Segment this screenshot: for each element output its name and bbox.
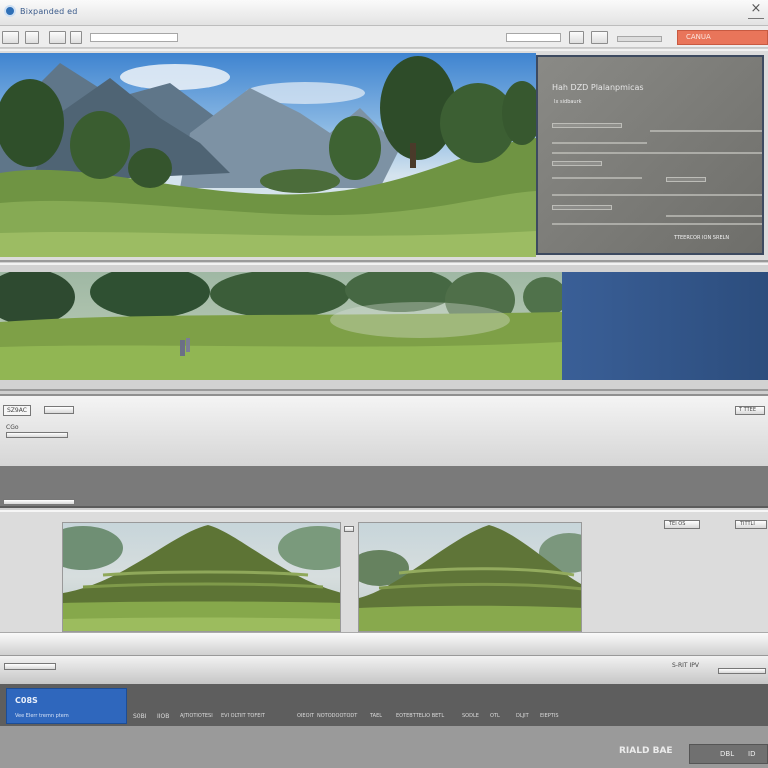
inspector-footer: TTEERCOR ION SRELN (674, 235, 730, 241)
app-logo-icon (4, 5, 16, 17)
timeline-item[interactable]: TAEL (370, 713, 382, 719)
inspector-field-3[interactable] (666, 177, 706, 182)
footer-button[interactable]: DBL ID (689, 744, 768, 764)
hill-image-left (63, 525, 340, 631)
compare-button-2[interactable]: TITTLI (735, 520, 767, 529)
properties-dropdown[interactable] (44, 406, 74, 414)
properties-scroll-handle[interactable] (3, 499, 75, 505)
timeline-active-card[interactable]: C08S Vee Elerr tremn ptem (6, 688, 127, 724)
properties-right-button[interactable]: T TTEE (735, 406, 765, 415)
inspector-row-5 (552, 194, 762, 196)
inspector-row-6 (666, 215, 762, 217)
accent-button-label: CANUA (686, 33, 711, 41)
compare-panel: TEI OS TITTLI (0, 510, 768, 632)
toolbar-slider[interactable] (617, 36, 662, 42)
inspector-subtitle: Ix sidbaurk (554, 99, 582, 105)
inspector-panel: Hah DZD Plalanpmicas Ix sidbaurk TTEERCO… (536, 55, 764, 255)
timeline-item[interactable]: S0BI (133, 713, 147, 720)
toolbar: CANUA (0, 26, 768, 48)
inspector-row-3 (552, 152, 762, 154)
toolbar-button-3[interactable] (49, 31, 66, 44)
properties-field-input[interactable] (6, 432, 68, 438)
status-panel: S-RIT IPV (0, 656, 768, 684)
hill-image-right (359, 525, 581, 631)
timeline-item[interactable]: SODLE (462, 713, 479, 719)
compare-image-left[interactable] (62, 522, 341, 632)
inspector-row-7 (552, 223, 762, 225)
landscape-image (0, 56, 536, 257)
footer-button-left-label: DBL (720, 750, 735, 758)
status-left-control[interactable] (4, 663, 56, 670)
toolbar-button-2[interactable] (25, 31, 39, 44)
accent-button[interactable]: CANUA (677, 30, 768, 45)
timeline-item[interactable]: EIEPTIS (540, 713, 559, 719)
properties-dark-area (0, 466, 768, 508)
timeline-item[interactable]: IIOB (157, 713, 169, 720)
properties-header-label: SZ9AC (3, 405, 31, 416)
timeline-item[interactable]: OIEOIT (297, 713, 314, 719)
timeline-item[interactable]: DLJIT (516, 713, 529, 719)
toolbar-input[interactable] (90, 33, 178, 42)
timeline-item[interactable]: NOTODOOTODT (317, 713, 357, 719)
timeline-card-title: C08S (15, 696, 38, 705)
timeline-item[interactable]: EVI OLTIIT TOFEIT (221, 713, 265, 719)
compare-image-right[interactable] (358, 522, 582, 632)
window-title: Bixpanded ed (20, 7, 78, 16)
compare-button-1[interactable]: TEI OS (664, 520, 700, 529)
timeline-card-subtitle: Vee Elerr tremn ptem (15, 713, 69, 719)
properties-panel: SZ9AC CGo T TTEE (0, 394, 768, 466)
inspector-field-1[interactable] (552, 123, 622, 128)
timeline-item[interactable]: OTL (490, 713, 500, 719)
separator-strip (0, 632, 768, 656)
minimize-icon[interactable] (748, 18, 764, 19)
properties-field-label: CGo (6, 424, 19, 431)
timeline-item[interactable]: EOTEBTTELIO BETL (396, 713, 444, 719)
inspector-title: Hah DZD Plalanpmicas (552, 83, 644, 92)
status-right-label: S-RIT IPV (672, 662, 699, 669)
status-right-slider[interactable] (718, 668, 766, 674)
footer-button-right-label: ID (748, 750, 756, 758)
timeline-item[interactable]: AJTIOTIOTESI (180, 713, 213, 719)
meadow-image (0, 272, 562, 380)
compare-sync-toggle[interactable] (344, 526, 354, 532)
inspector-row-2 (552, 142, 647, 144)
inspector-row-4 (552, 177, 642, 179)
close-icon[interactable]: × (748, 2, 764, 16)
title-bar: Bixpanded ed × (0, 0, 768, 26)
preview-blue-panel (562, 272, 768, 380)
toolbar-button-6[interactable] (591, 31, 608, 44)
meadow-viewport[interactable] (0, 272, 562, 380)
toolbar-search-input[interactable] (506, 33, 561, 42)
inspector-row-1 (650, 130, 762, 132)
landscape-viewport[interactable] (0, 53, 536, 257)
footer-label: RIALD BAE (619, 746, 673, 756)
toolbar-button-5[interactable] (569, 31, 584, 44)
inspector-field-2[interactable] (552, 161, 602, 166)
inspector-field-4[interactable] (552, 205, 612, 210)
toolbar-button-4[interactable] (70, 31, 82, 44)
toolbar-button-1[interactable] (2, 31, 19, 44)
